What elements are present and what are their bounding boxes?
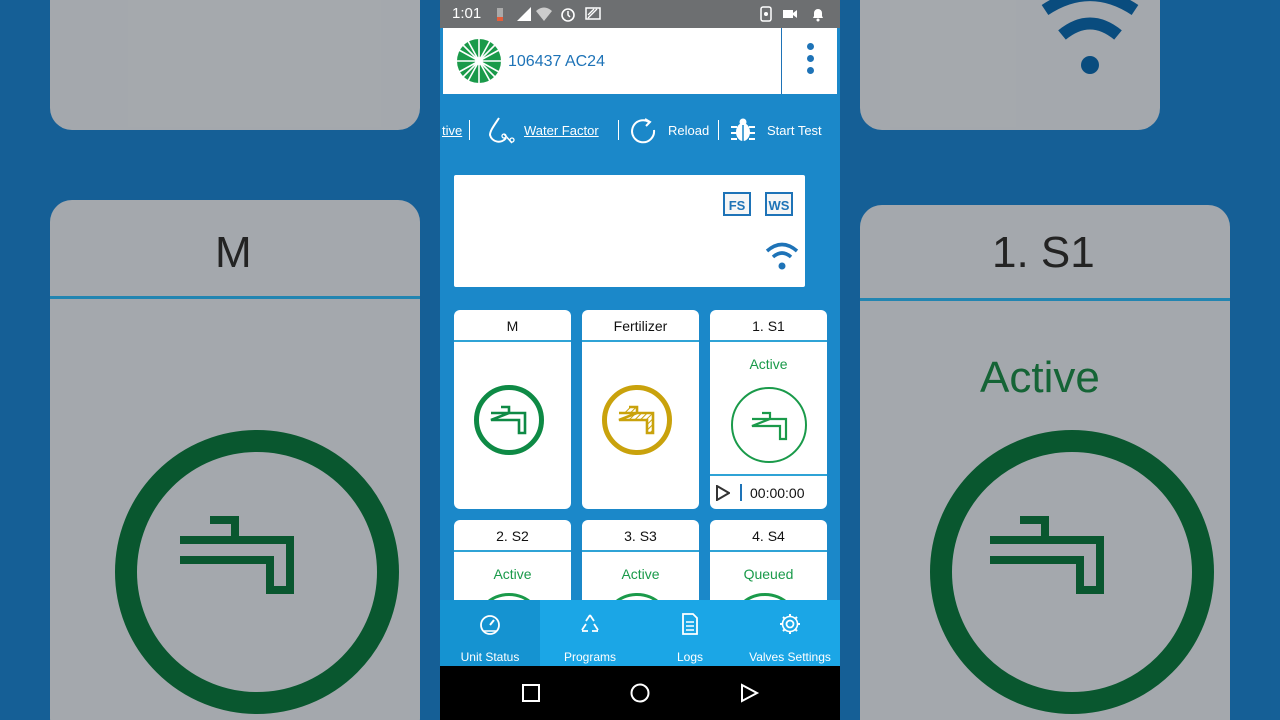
valve-timer: 00:00:00 xyxy=(750,485,805,501)
overflow-menu-button[interactable] xyxy=(803,43,817,79)
notification-bell-icon xyxy=(813,9,823,22)
toolbar-item-reload[interactable]: Reload xyxy=(629,110,709,150)
toolbar-item-active[interactable]: tive xyxy=(442,110,462,150)
tile-name: 3. S3 xyxy=(582,520,699,552)
toolbar-item-label: Reload xyxy=(668,122,710,138)
valve-tile-s1[interactable]: 1. S1 Active 00:00:00 xyxy=(710,310,827,509)
bug-icon xyxy=(731,118,755,141)
back-icon[interactable] xyxy=(738,682,760,704)
nav-label: Logs xyxy=(676,650,704,664)
phone-screen: 1:01 106437 AC24 tive Water Factor Reloa… xyxy=(440,0,840,720)
nav-programs[interactable]: Programs xyxy=(540,600,640,666)
tile-name: 4. S4 xyxy=(710,520,827,552)
company-logo-icon xyxy=(457,39,501,83)
ws-badge: WS xyxy=(765,192,793,216)
home-icon[interactable] xyxy=(629,682,651,704)
toolbar-separator xyxy=(618,120,619,140)
toolbar-item-label: Start Test xyxy=(767,122,822,138)
signal-icon xyxy=(517,7,531,21)
system-navigation-bar xyxy=(440,666,840,720)
valve-timer-bar: 00:00:00 xyxy=(710,474,827,509)
bottom-navigation: Unit Status Programs Logs Valves Setting… xyxy=(440,600,840,666)
fertilizer-tap-icon xyxy=(618,405,655,435)
tap-icon xyxy=(490,405,527,435)
battery-saver-icon xyxy=(497,8,503,21)
unit-display-panel: FS WS xyxy=(454,175,805,287)
alarm-icon xyxy=(561,8,575,22)
toolbar-separator xyxy=(718,120,719,140)
valve-state: Active xyxy=(621,566,660,582)
cast-icon xyxy=(585,7,601,20)
valve-ring xyxy=(602,385,672,455)
valve-tile-main[interactable]: M xyxy=(454,310,571,509)
status-time: 1:01 xyxy=(452,5,482,22)
speedometer-icon xyxy=(480,615,500,635)
wifi-status-icon xyxy=(536,7,552,21)
app-bar-divider xyxy=(781,28,782,94)
app-bar: 106437 AC24 xyxy=(443,28,837,94)
screen-record-icon xyxy=(760,6,772,22)
toolbar-item-start-test[interactable]: Start Test xyxy=(729,110,822,150)
valve-ring xyxy=(474,385,544,455)
document-icon xyxy=(682,613,698,635)
valve-ring xyxy=(731,387,807,463)
tap-icon xyxy=(751,411,788,441)
toolbar-item-water-factor[interactable]: Water Factor xyxy=(486,110,599,150)
fs-badge: FS xyxy=(723,192,751,216)
action-toolbar: tive Water Factor Reload Start Test xyxy=(440,110,840,150)
water-drop-percent-icon xyxy=(488,117,515,144)
gear-icon xyxy=(780,614,800,634)
tile-name: 2. S2 xyxy=(454,520,571,552)
nav-unit-status[interactable]: Unit Status xyxy=(440,600,540,666)
wifi-connection-icon xyxy=(765,242,799,270)
toolbar-item-label: Water Factor xyxy=(524,122,599,138)
app-title: 106437 AC24 xyxy=(508,53,605,70)
recycle-icon xyxy=(581,614,599,632)
video-camera-icon xyxy=(783,10,797,18)
reload-icon xyxy=(631,118,656,144)
valve-tile-fertilizer[interactable]: Fertilizer xyxy=(582,310,699,509)
valve-state: Queued xyxy=(743,566,794,582)
recent-apps-icon[interactable] xyxy=(520,682,542,704)
tile-name: Fertilizer xyxy=(582,310,699,342)
nav-logs[interactable]: Logs xyxy=(640,600,740,666)
nav-label: Unit Status xyxy=(460,650,520,664)
nav-valves-settings[interactable]: Valves Settings xyxy=(740,600,840,666)
toolbar-item-label: tive xyxy=(442,122,463,138)
timer-separator xyxy=(740,484,742,501)
status-bar: 1:01 xyxy=(440,0,840,28)
nav-label: Valves Settings xyxy=(749,650,831,664)
valve-state: Active xyxy=(749,356,788,372)
toolbar-separator xyxy=(469,120,470,140)
tile-name: 1. S1 xyxy=(710,310,827,342)
play-button-icon[interactable] xyxy=(716,485,730,501)
tile-name: M xyxy=(454,310,571,342)
valve-state: Active xyxy=(493,566,532,582)
nav-label: Programs xyxy=(563,650,616,664)
